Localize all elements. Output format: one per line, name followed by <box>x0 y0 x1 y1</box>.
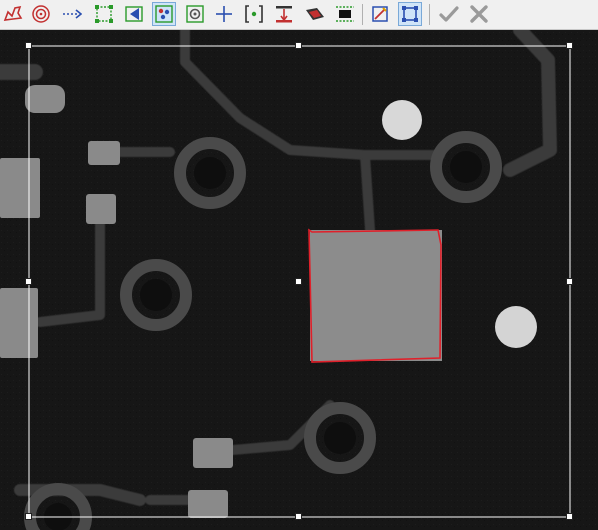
center-bracket-icon[interactable] <box>242 2 266 26</box>
cancel-x-icon[interactable] <box>467 2 491 26</box>
rectangle-region-icon[interactable] <box>92 2 116 26</box>
chip-inspect-icon[interactable] <box>333 2 357 26</box>
fit-region-icon[interactable] <box>398 2 422 26</box>
image-canvas[interactable] <box>0 30 598 530</box>
projection-icon[interactable] <box>303 2 327 26</box>
roi-handle-bottom-right[interactable] <box>566 513 573 520</box>
blob-detect-icon[interactable] <box>152 2 176 26</box>
toolbar-separator <box>429 4 430 25</box>
roi-handle-right[interactable] <box>566 278 573 285</box>
roi-handle-top-right[interactable] <box>566 42 573 49</box>
fiducial-top <box>382 100 422 140</box>
trapezoid-region-icon[interactable] <box>122 2 146 26</box>
freehand-region-icon[interactable] <box>1 2 25 26</box>
dotted-arrow-icon[interactable] <box>60 2 84 26</box>
roi-handle-left[interactable] <box>25 278 32 285</box>
roi-handle-top[interactable] <box>295 42 302 49</box>
check-icon[interactable] <box>437 2 461 26</box>
roi-handle-bottom-left[interactable] <box>25 513 32 520</box>
roi-handle-bottom[interactable] <box>295 513 302 520</box>
crosshair-icon[interactable] <box>212 2 236 26</box>
height-measure-icon[interactable] <box>272 2 296 26</box>
edit-region-icon[interactable] <box>368 2 392 26</box>
roi-handle-center[interactable] <box>295 278 302 285</box>
toolbar-separator <box>362 4 363 25</box>
center-pad <box>310 230 442 361</box>
fiducial-right <box>495 306 537 348</box>
circle-region-icon[interactable] <box>183 2 207 26</box>
concentric-circle-icon[interactable] <box>29 2 53 26</box>
toolbar <box>0 0 598 30</box>
roi-handle-top-left[interactable] <box>25 42 32 49</box>
